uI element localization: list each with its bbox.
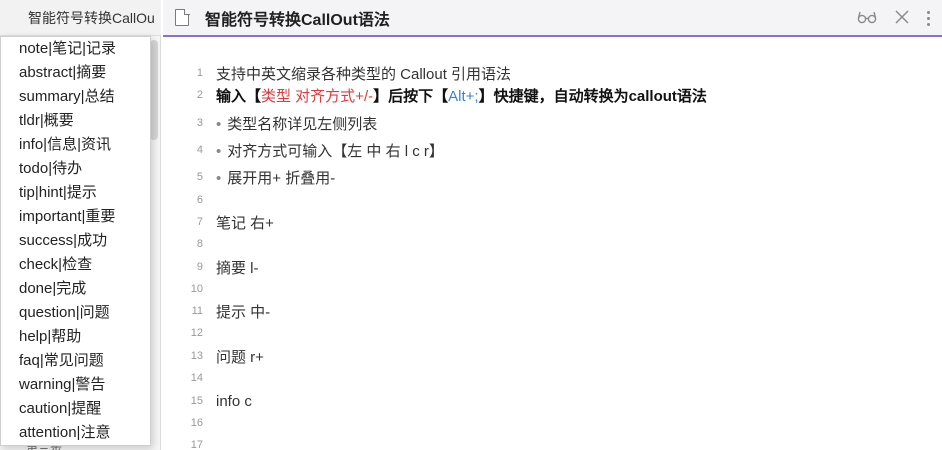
bullet-text: 对齐方式可输入【左 中 右 l c r】: [227, 142, 444, 160]
line-13: 13 问题 r+: [163, 345, 942, 367]
line-number: 14: [190, 372, 203, 384]
dropdown-item-done[interactable]: done|完成: [1, 277, 150, 301]
line-number: 17: [190, 439, 203, 450]
page-title[interactable]: 智能符号转换CallOut语法: [205, 6, 390, 30]
line-5: 5 • 展开用+ 折叠用-: [163, 166, 942, 188]
line-text: • 类型名称详见左侧列表: [216, 113, 377, 134]
line-7: 7 笔记 右+: [163, 211, 942, 233]
line-6: 6: [163, 189, 942, 211]
tab-smart-symbol[interactable]: 智能符号转换CallOu: [0, 0, 161, 36]
dropdown-item-summary[interactable]: summary|总结: [1, 85, 150, 109]
header-actions: [857, 0, 930, 37]
line-text: • 对齐方式可输入【左 中 右 l c r】: [216, 140, 444, 161]
editor-body[interactable]: 1 支持中英文缩录各种类型的 Callout 引用语法 2 输入【类型 对齐方式…: [163, 39, 942, 450]
line-number: 11: [191, 305, 203, 317]
dropdown-item-faq[interactable]: faq|常见问题: [1, 349, 150, 373]
more-vertical-icon[interactable]: [927, 11, 930, 26]
dropdown-item-success[interactable]: success|成功: [1, 229, 150, 253]
line-text: 问题 r+: [216, 348, 264, 366]
line-number: 13: [190, 350, 203, 362]
dropdown-item-abstract[interactable]: abstract|摘要: [1, 61, 150, 85]
line-number: 15: [190, 395, 203, 407]
line-text: info c: [216, 392, 252, 410]
line-number: 16: [190, 417, 203, 429]
dropdown-item-check[interactable]: check|检查: [1, 253, 150, 277]
shortcut-text: Alt+;: [448, 87, 479, 105]
file-icon: [175, 8, 190, 26]
dropdown-item-note[interactable]: note|笔记|记录: [1, 37, 150, 61]
dropdown-item-tip[interactable]: tip|hint|提示: [1, 181, 150, 205]
dropdown-item-important[interactable]: important|重要: [1, 205, 150, 229]
glasses-icon[interactable]: [857, 10, 877, 28]
line-9: 9 摘要 l-: [163, 256, 942, 278]
line-number: 1: [196, 67, 203, 79]
line-1: 1 支持中英文缩录各种类型的 Callout 引用语法: [163, 62, 942, 84]
editor-header: 智能符号转换CallOut语法: [163, 0, 942, 37]
tab-label: 智能符号转换CallOu: [28, 9, 155, 26]
line-8: 8: [163, 233, 942, 255]
line-10: 10: [163, 278, 942, 300]
line-text: 摘要 l-: [216, 259, 259, 277]
bullet-icon: •: [216, 142, 222, 160]
text-part: 】后按下【: [373, 87, 449, 105]
line-4: 4 • 对齐方式可输入【左 中 右 l c r】: [163, 139, 942, 161]
dropdown-item-help[interactable]: help|帮助: [1, 325, 150, 349]
line-2: 2 输入【类型 对齐方式+/-】后按下【Alt+;】快捷键，自动转换为callo…: [163, 84, 942, 106]
line-text: 支持中英文缩录各种类型的 Callout 引用语法: [216, 65, 512, 83]
line-17: 17: [163, 434, 942, 450]
line-15: 15 info c: [163, 390, 942, 412]
bullet-icon: •: [216, 169, 222, 187]
dropdown-item-warning[interactable]: warning|警告: [1, 373, 150, 397]
line-number: 7: [196, 216, 203, 228]
close-icon[interactable]: [895, 9, 909, 28]
bullet-icon: •: [216, 115, 222, 133]
bullet-text: 类型名称详见左侧列表: [227, 115, 378, 133]
app-window: 智能符号转换CallOu 第三步 note|笔记|记录 abstract|摘要 …: [0, 0, 942, 450]
dropdown-item-info[interactable]: info|信息|资讯: [1, 133, 150, 157]
line-text: 提示 中-: [216, 303, 271, 321]
line-text: • 展开用+ 折叠用-: [216, 167, 335, 188]
line-number: 5: [196, 171, 203, 183]
dropdown-item-attention[interactable]: attention|注意: [1, 421, 150, 445]
line-number: 10: [190, 283, 203, 295]
dropdown-item-question[interactable]: question|问题: [1, 301, 150, 325]
line-14: 14: [163, 367, 942, 389]
line-number: 6: [196, 194, 203, 206]
type-align-text: 类型 对齐方式+/-: [261, 87, 374, 105]
line-number: 4: [196, 144, 203, 156]
line-number: 12: [190, 327, 203, 339]
line-3: 3 • 类型名称详见左侧列表: [163, 112, 942, 134]
line-text: 输入【类型 对齐方式+/-】后按下【Alt+;】快捷键，自动转换为callout…: [216, 85, 707, 106]
callout-type-dropdown[interactable]: note|笔记|记录 abstract|摘要 summary|总结 tldr|概…: [0, 36, 151, 446]
text-part: 输入【: [216, 87, 262, 105]
line-number: 3: [196, 117, 203, 129]
dropdown-item-tldr[interactable]: tldr|概要: [1, 109, 150, 133]
line-12: 12: [163, 322, 942, 344]
dropdown-item-todo[interactable]: todo|待办: [1, 157, 150, 181]
line-number: 9: [196, 261, 203, 273]
text-part: 】快捷键，自动转换为callout语法: [478, 87, 707, 105]
line-number: 8: [196, 238, 203, 250]
side-scrollbar[interactable]: [150, 40, 158, 140]
dropdown-item-caution[interactable]: caution|提醒: [1, 397, 150, 421]
line-number: 2: [196, 89, 203, 101]
line-16: 16: [163, 412, 942, 434]
line-11: 11 提示 中-: [163, 300, 942, 322]
line-text: 笔记 右+: [216, 214, 274, 232]
bullet-text: 展开用+ 折叠用-: [227, 169, 336, 187]
